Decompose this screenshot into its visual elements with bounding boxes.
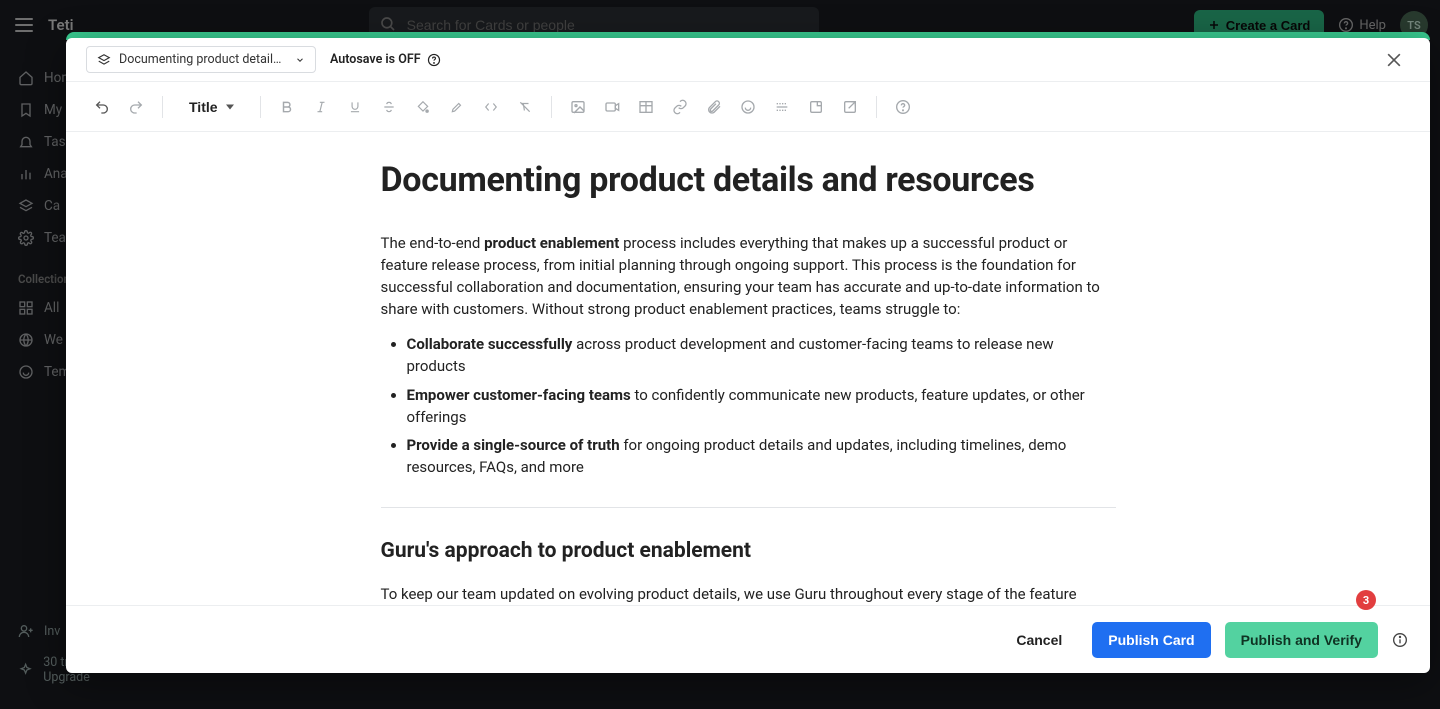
breadcrumb-chip[interactable]: Documenting product details ... — [86, 46, 316, 73]
link-icon — [672, 99, 688, 115]
clear-format-button[interactable] — [511, 93, 539, 121]
bold-icon — [280, 100, 294, 114]
chevron-down-icon — [295, 55, 305, 65]
iframe-icon — [808, 99, 824, 115]
toolbar-help-button[interactable] — [889, 93, 917, 121]
cancel-button[interactable]: Cancel — [1000, 622, 1078, 658]
link-button[interactable] — [666, 93, 694, 121]
underline-button[interactable] — [341, 93, 369, 121]
toolbar-separator — [876, 96, 877, 118]
video-icon — [604, 99, 620, 115]
text-style-select[interactable]: Title — [181, 93, 242, 121]
horizontal-rule — [381, 507, 1116, 508]
attach-button[interactable] — [700, 93, 728, 121]
info-icon[interactable] — [1392, 632, 1408, 648]
code-icon — [484, 100, 498, 114]
undo-icon — [94, 99, 110, 115]
close-icon — [1384, 50, 1404, 70]
italic-button[interactable] — [307, 93, 335, 121]
strike-icon — [382, 100, 396, 114]
strike-button[interactable] — [375, 93, 403, 121]
underline-icon — [348, 100, 362, 114]
notification-badge[interactable]: 3 — [1356, 590, 1376, 610]
section-paragraph[interactable]: To keep our team updated on evolving pro… — [381, 584, 1116, 605]
layers-icon — [97, 53, 111, 67]
fill-color-button[interactable] — [409, 93, 437, 121]
publish-button[interactable]: Publish Card — [1092, 622, 1210, 658]
list-item[interactable]: Empower customer-facing teams to confide… — [407, 385, 1116, 429]
section-heading[interactable]: Guru's approach to product enablement — [381, 536, 1116, 566]
attach-icon — [706, 99, 722, 115]
help-icon — [427, 53, 441, 67]
editor-body[interactable]: Documenting product details and resource… — [66, 132, 1430, 605]
card-editor-modal: Documenting product details ... Autosave… — [66, 38, 1430, 673]
list-item[interactable]: Collaborate successfully across product … — [407, 334, 1116, 378]
list-item[interactable]: Provide a single-source of truth for ong… — [407, 435, 1116, 479]
export-button[interactable] — [836, 93, 864, 121]
italic-icon — [314, 100, 328, 114]
code-button[interactable] — [477, 93, 505, 121]
toolbar-separator — [162, 96, 163, 118]
intro-paragraph[interactable]: The end-to-end product enablement proces… — [381, 233, 1116, 320]
toolbar-separator — [260, 96, 261, 118]
close-button[interactable] — [1378, 44, 1410, 76]
help-icon — [895, 99, 911, 115]
fill-icon — [416, 100, 430, 114]
table-button[interactable] — [632, 93, 660, 121]
bullet-list[interactable]: Collaborate successfully across product … — [381, 334, 1116, 479]
table-icon — [638, 99, 654, 115]
guru-card-icon — [740, 99, 756, 115]
divider-button[interactable] — [768, 93, 796, 121]
toolbar-separator — [551, 96, 552, 118]
breadcrumb-label: Documenting product details ... — [119, 52, 287, 67]
highlight-button[interactable] — [443, 93, 471, 121]
iframe-button[interactable] — [802, 93, 830, 121]
guru-card-button[interactable] — [734, 93, 762, 121]
document-title[interactable]: Documenting product details and resource… — [381, 156, 1116, 205]
divider-icon — [774, 99, 790, 115]
publish-verify-button[interactable]: Publish and Verify — [1225, 622, 1378, 658]
autosave-label: Autosave is OFF — [330, 52, 421, 67]
highlight-icon — [450, 100, 464, 114]
redo-icon — [128, 99, 144, 115]
redo-button[interactable] — [122, 93, 150, 121]
autosave-indicator[interactable]: Autosave is OFF — [330, 52, 441, 67]
clear-format-icon — [518, 100, 532, 114]
video-button[interactable] — [598, 93, 626, 121]
undo-button[interactable] — [88, 93, 116, 121]
bold-button[interactable] — [273, 93, 301, 121]
image-icon — [570, 99, 586, 115]
image-button[interactable] — [564, 93, 592, 121]
export-icon — [842, 99, 858, 115]
